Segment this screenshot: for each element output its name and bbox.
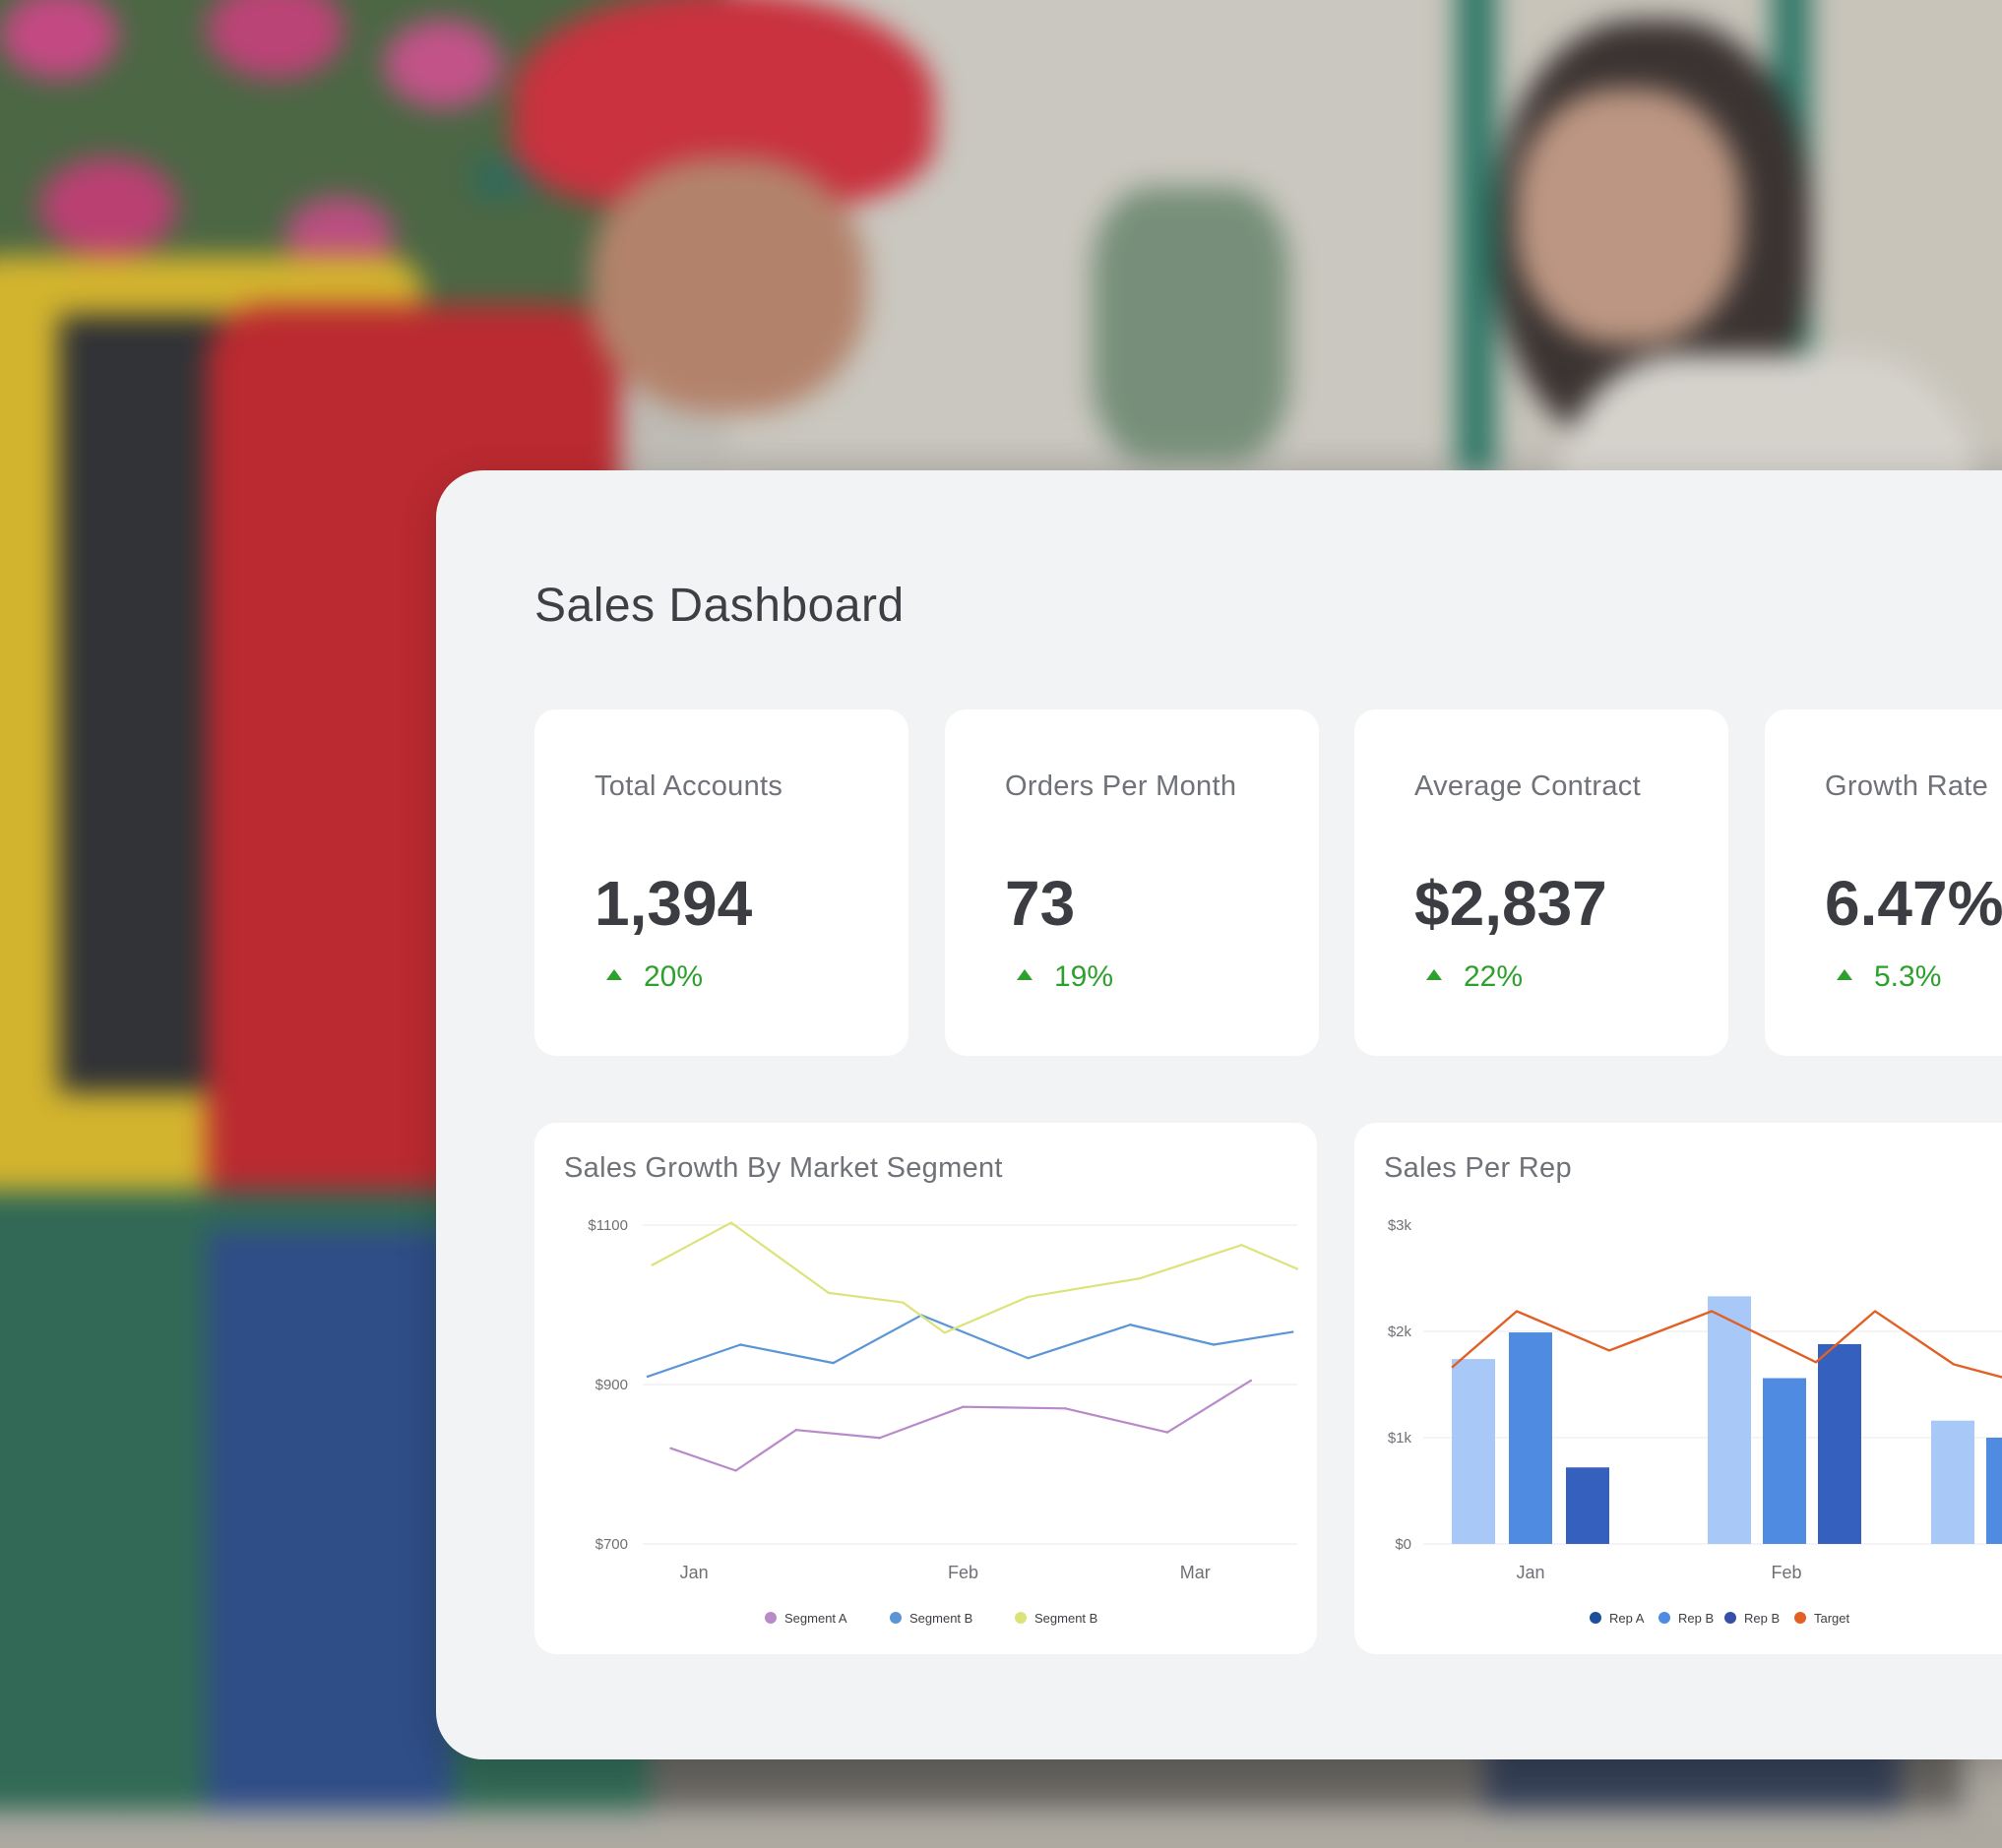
y-tick-label: $700 <box>595 1536 628 1553</box>
triangle-up-icon <box>1837 969 1852 980</box>
series-line <box>670 1380 1252 1472</box>
legend-label: Rep A <box>1609 1611 1645 1626</box>
kpi-value: 6.47% <box>1825 868 2002 939</box>
sales-growth-line-chart: $1100 $900 $700 Jan Feb Mar Segment A Segment B… <box>588 1217 1299 1626</box>
bar <box>1708 1296 1751 1544</box>
data-point <box>739 1343 742 1346</box>
triangle-up-icon <box>1017 969 1032 980</box>
data-point <box>943 1331 946 1334</box>
data-point <box>1249 1379 1253 1383</box>
page-title: Sales Dashboard <box>534 580 905 632</box>
triangle-up-icon <box>1426 969 1442 980</box>
kpi-value: 73 <box>1005 868 1076 939</box>
kpi-card-total-accounts[interactable]: Total Accounts 1,394 20% <box>534 709 908 1056</box>
legend-dot <box>1658 1612 1670 1624</box>
y-tick-label: $1k <box>1388 1430 1412 1447</box>
y-tick-label: $0 <box>1395 1536 1411 1553</box>
legend-dot <box>1794 1612 1806 1624</box>
kpi-delta: 22% <box>1426 960 1523 994</box>
data-point <box>794 1428 798 1432</box>
data-point <box>962 1405 965 1408</box>
data-point <box>1064 1407 1067 1410</box>
kpi-delta-value: 19% <box>1054 960 1114 993</box>
bar <box>1509 1332 1552 1544</box>
kpi-label: Orders Per Month <box>1005 770 1237 802</box>
y-tick-label: $3k <box>1388 1217 1412 1234</box>
data-point <box>878 1437 881 1440</box>
legend-label: Rep B <box>1744 1611 1780 1626</box>
bar <box>1818 1343 1861 1544</box>
data-point <box>1027 1295 1030 1299</box>
data-point <box>832 1361 835 1365</box>
kpi-delta-value: 5.3% <box>1874 960 1942 993</box>
legend-dot <box>1724 1612 1736 1624</box>
legend-label: Target <box>1814 1611 1850 1626</box>
legend-label: Rep B <box>1678 1611 1714 1626</box>
kpi-value: $2,837 <box>1414 868 1607 939</box>
legend-label: Segment B <box>1034 1611 1097 1626</box>
series-line <box>652 1221 1298 1334</box>
legend-label: Segment A <box>784 1611 847 1626</box>
data-point <box>1212 1343 1216 1346</box>
data-point <box>1165 1431 1169 1434</box>
sales-per-rep-bar-chart: $3k$2k$1k$0JanFebMRep ARep BRep BTarget <box>1388 1217 2002 1626</box>
legend-dot <box>890 1612 902 1624</box>
kpi-delta: 19% <box>1017 960 1113 994</box>
data-point <box>646 1375 650 1379</box>
legend-dot <box>1015 1612 1027 1624</box>
bar <box>1763 1378 1806 1544</box>
x-tick-label: Feb <box>948 1563 978 1582</box>
kpi-delta-value: 20% <box>644 960 704 993</box>
y-tick-label: $900 <box>595 1377 628 1393</box>
kpi-card-average-contract[interactable]: Average Contract $2,837 22% <box>1354 709 1728 1056</box>
data-point <box>734 1469 737 1472</box>
kpi-value: 1,394 <box>594 868 753 939</box>
data-point <box>651 1263 654 1266</box>
bar <box>1566 1467 1609 1544</box>
y-tick-label: $2k <box>1388 1324 1412 1340</box>
kpi-label: Growth Rate <box>1825 770 1989 802</box>
data-point <box>1291 1330 1294 1333</box>
kpi-delta: 20% <box>606 960 703 994</box>
kpi-card-growth-rate[interactable]: Growth Rate 6.47% 5.3% <box>1765 709 2002 1056</box>
bar <box>1986 1438 2002 1544</box>
legend-dot <box>1590 1612 1601 1624</box>
bar <box>1452 1359 1495 1544</box>
kpi-card-orders-per-month[interactable]: Orders Per Month 73 19% <box>945 709 1319 1056</box>
legend-dot <box>765 1612 777 1624</box>
bar <box>1931 1420 1974 1544</box>
x-tick-label: Jan <box>680 1563 709 1582</box>
kpi-delta-value: 22% <box>1464 960 1524 993</box>
kpi-label: Average Contract <box>1414 770 1641 802</box>
data-point <box>1240 1244 1243 1247</box>
series-line <box>647 1314 1293 1378</box>
chart-card-sales-per-rep: Sales Per Rep $3k$2k$1k$0JanFebMRep ARep… <box>1354 1123 2002 1654</box>
data-point <box>1138 1277 1141 1280</box>
chart-card-sales-growth: Sales Growth By Market Segment $1100 $900… <box>534 1123 1317 1654</box>
data-point <box>1129 1324 1132 1326</box>
y-tick-label: $1100 <box>588 1217 628 1234</box>
kpi-label: Total Accounts <box>594 770 783 802</box>
data-point <box>902 1301 905 1304</box>
triangle-up-icon <box>606 969 622 980</box>
legend-label: Segment B <box>909 1611 972 1626</box>
x-tick-label: Mar <box>1180 1563 1211 1582</box>
data-point <box>669 1447 672 1449</box>
data-point <box>1295 1267 1299 1270</box>
data-point <box>1027 1357 1030 1360</box>
dashboard-panel: Sales Dashboard Total Accounts 1,394 20%… <box>436 470 2002 1759</box>
data-point <box>729 1221 733 1224</box>
data-point <box>827 1291 831 1295</box>
kpi-delta: 5.3% <box>1837 960 1941 994</box>
x-tick-label: Feb <box>1771 1563 1801 1582</box>
x-tick-label: Jan <box>1516 1563 1544 1582</box>
